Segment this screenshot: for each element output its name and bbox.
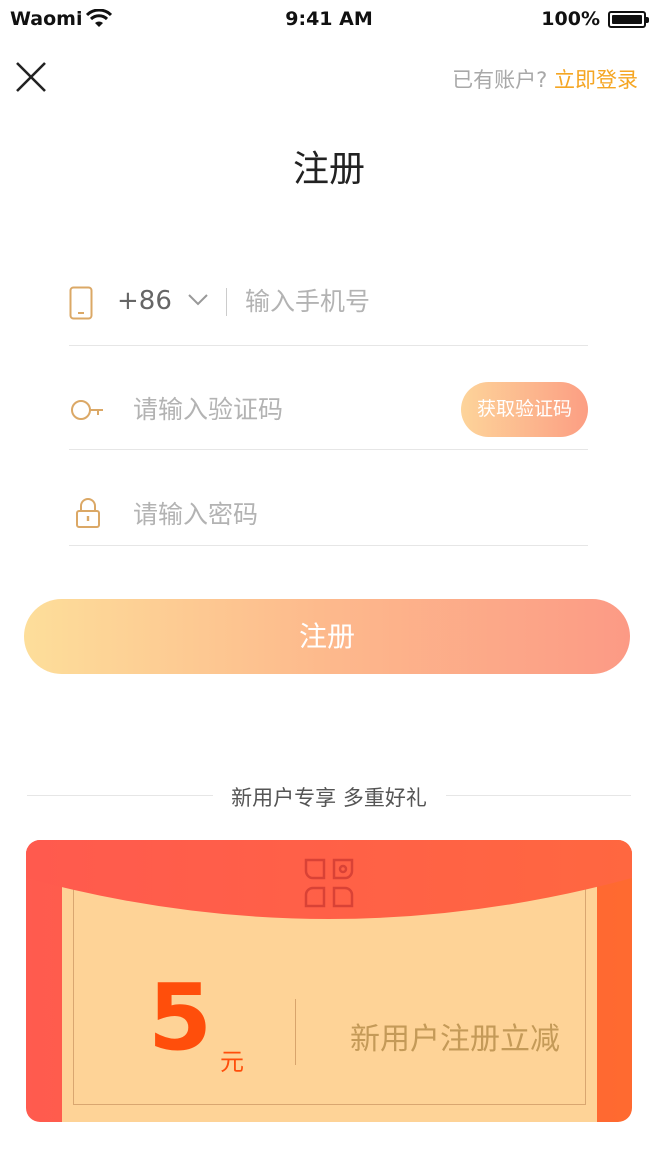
- country-code-select[interactable]: +86: [117, 286, 172, 316]
- divider: [295, 999, 296, 1065]
- close-button[interactable]: [14, 60, 50, 96]
- chevron-down-icon[interactable]: [187, 292, 209, 311]
- red-envelope-banner[interactable]: 5 元 新用户注册立减: [26, 840, 632, 1122]
- has-account-text: 已有账户?: [452, 68, 548, 92]
- status-bar: Waomi 9:41 AM 100%: [0, 0, 658, 40]
- phone-icon: [69, 286, 93, 324]
- login-link[interactable]: 立即登录: [554, 68, 638, 92]
- coupon-description: 新用户注册立减: [350, 1022, 560, 1057]
- divider: [226, 288, 227, 316]
- verification-code-field: 获取验证码: [69, 372, 588, 450]
- battery-percent: 100%: [541, 8, 600, 30]
- login-prompt: 已有账户? 立即登录: [452, 64, 638, 94]
- password-input[interactable]: [133, 496, 533, 532]
- promo-title: 新用户专享 多重好礼: [231, 786, 427, 810]
- lock-icon: [75, 497, 101, 533]
- get-code-button[interactable]: 获取验证码: [461, 382, 588, 437]
- verification-code-input[interactable]: [133, 391, 383, 427]
- close-icon: [16, 62, 46, 92]
- password-field: [69, 480, 588, 546]
- phone-input[interactable]: [245, 283, 575, 319]
- key-icon: [69, 400, 105, 428]
- phone-field: +86: [69, 266, 588, 346]
- coupon-unit: 元: [220, 1048, 244, 1076]
- gift-logo-icon: [304, 858, 354, 908]
- register-button[interactable]: 注册: [24, 599, 630, 674]
- page-title: 注册: [292, 149, 365, 190]
- battery-icon: [608, 11, 649, 28]
- coupon-amount: 5: [148, 964, 213, 1071]
